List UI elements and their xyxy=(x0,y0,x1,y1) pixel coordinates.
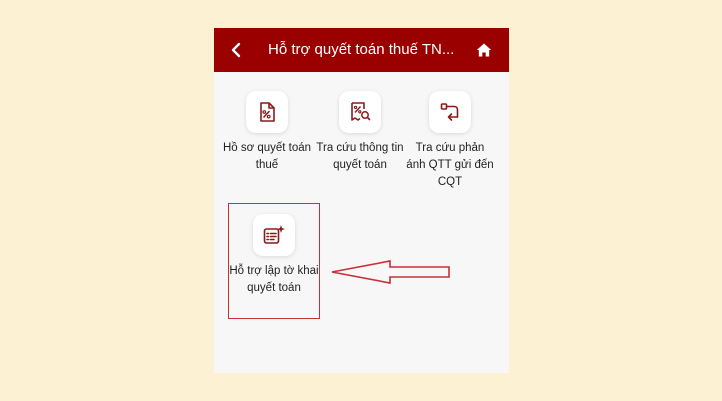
tile-tax-settlement-file[interactable]: Hồ sơ quyết toán thuế xyxy=(222,91,312,174)
percent-search-icon xyxy=(351,102,371,121)
app-screen: Hỗ trợ quyết toán thuế TN... Hồ sơ quyết… xyxy=(214,28,509,373)
highlight-box xyxy=(228,203,320,319)
tax-document-icon xyxy=(260,102,275,122)
page-title: Hỗ trợ quyết toán thuế TN... xyxy=(268,41,455,58)
home-button[interactable] xyxy=(470,36,498,64)
chevron-left-icon xyxy=(231,42,241,58)
app-header: Hỗ trợ quyết toán thuế TN... xyxy=(214,28,509,72)
back-button[interactable] xyxy=(222,36,250,64)
left-arrow-callout-icon xyxy=(331,260,450,284)
home-icon xyxy=(476,43,492,57)
tile-label: Hồ sơ quyết toán thuế xyxy=(222,142,312,171)
tile-label: Tra cứu thông tin quyết toán xyxy=(316,142,404,171)
tile-icon-box xyxy=(246,91,288,133)
tile-lookup-feedback[interactable]: Tra cứu phản ánh QTT gửi đến CQT xyxy=(405,91,495,191)
feedback-icon xyxy=(440,103,459,121)
tile-label: Tra cứu phản ánh QTT gửi đến CQT xyxy=(406,142,494,188)
tile-icon-box xyxy=(339,91,381,133)
tile-lookup-settlement-info[interactable]: Tra cứu thông tin quyết toán xyxy=(315,91,405,174)
tile-icon-box xyxy=(429,91,471,133)
